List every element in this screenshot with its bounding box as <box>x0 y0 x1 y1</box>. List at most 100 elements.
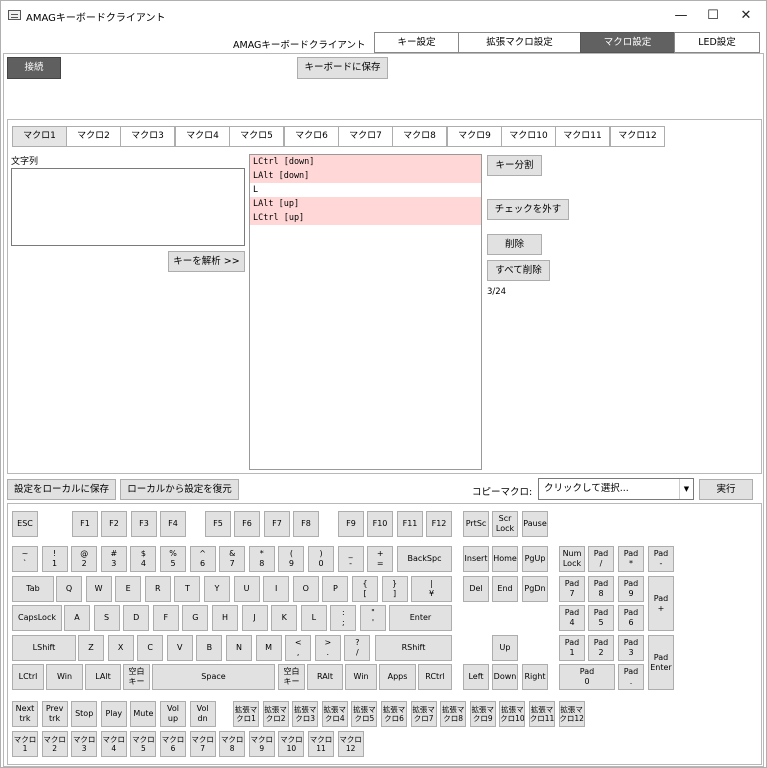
key-play[interactable]: Play <box>100 701 127 727</box>
macro-step-list[interactable]: LCtrl [down] LAlt [down] L LAlt [up] LCt… <box>249 154 482 470</box>
key-ext-10[interactable]: 拡張マ クロ11 <box>529 701 555 727</box>
key-apps[interactable]: Apps <box>379 664 416 690</box>
save-to-keyboard-button[interactable]: キーボードに保存 <box>297 57 388 79</box>
key-mac-2[interactable]: マクロ 3 <box>71 731 98 757</box>
analyze-keys-button[interactable]: キーを解析 >> <box>168 251 245 272</box>
key-pad_dot[interactable]: Pad . <box>618 664 644 690</box>
key-rctrl[interactable]: RCtrl <box>418 664 452 690</box>
key-n1[interactable]: ! 1 <box>41 546 68 572</box>
key-f3[interactable]: F3 <box>131 511 157 537</box>
tab-macro-settings[interactable]: マクロ設定 <box>580 32 675 53</box>
key-c[interactable]: C <box>137 635 164 661</box>
key-rwin[interactable]: Win <box>345 664 377 690</box>
key-d[interactable]: D <box>123 605 150 631</box>
key-f12[interactable]: F12 <box>426 511 452 537</box>
key-pad_mul[interactable]: Pad * <box>618 546 644 572</box>
key-n0[interactable]: ) 0 <box>308 546 334 572</box>
key-pad_div[interactable]: Pad / <box>588 546 614 572</box>
key-n6[interactable]: ^ 6 <box>189 546 216 572</box>
key-v[interactable]: V <box>166 635 193 661</box>
macro-tab-11[interactable]: マクロ11 <box>555 126 610 147</box>
key-stop[interactable]: Stop <box>71 701 98 727</box>
key-s[interactable]: S <box>93 605 120 631</box>
key-insert[interactable]: Insert <box>463 546 489 572</box>
key-esc[interactable]: ESC <box>12 511 38 537</box>
key-volup[interactable]: Vol up <box>160 701 186 727</box>
key-pad6[interactable]: Pad 6 <box>618 605 644 631</box>
key-enter[interactable]: Enter <box>389 605 452 631</box>
key-ext-9[interactable]: 拡張マ クロ10 <box>499 701 526 727</box>
key-ext-7[interactable]: 拡張マ クロ8 <box>440 701 467 727</box>
key-mac-5[interactable]: マクロ 6 <box>160 731 186 757</box>
key-n2[interactable]: @ 2 <box>71 546 98 572</box>
macro-tab-8[interactable]: マクロ8 <box>392 126 447 147</box>
chevron-down-icon[interactable]: ▼ <box>679 479 693 499</box>
key-lbracket[interactable]: { [ <box>352 576 378 602</box>
key-m[interactable]: M <box>255 635 282 661</box>
key-f[interactable]: F <box>152 605 179 631</box>
key-up[interactable]: Up <box>492 635 518 661</box>
key-pause[interactable]: Pause <box>522 511 548 537</box>
key-l[interactable]: L <box>300 605 327 631</box>
key-n3[interactable]: # 3 <box>100 546 127 572</box>
key-f11[interactable]: F11 <box>397 511 423 537</box>
key-mac-1[interactable]: マクロ 2 <box>41 731 68 757</box>
key-down[interactable]: Down <box>492 664 518 690</box>
key-prtsc[interactable]: PrtSc <box>463 511 489 537</box>
list-item[interactable]: L <box>250 183 481 197</box>
list-item[interactable]: LAlt [down] <box>250 169 481 183</box>
key-mac-11[interactable]: マクロ 12 <box>337 731 364 757</box>
key-k[interactable]: K <box>271 605 298 631</box>
key-ralt[interactable]: RAlt <box>307 664 343 690</box>
key-pgdn[interactable]: PgDn <box>522 576 548 602</box>
key-right[interactable]: Right <box>522 664 548 690</box>
key-z[interactable]: Z <box>78 635 104 661</box>
key-pad3[interactable]: Pad 3 <box>618 635 644 661</box>
key-pad_add[interactable]: Pad + <box>648 576 674 631</box>
key-f10[interactable]: F10 <box>367 511 393 537</box>
minimize-icon[interactable]: — <box>665 1 697 31</box>
key-n[interactable]: N <box>226 635 252 661</box>
copy-macro-select[interactable]: クリックして選択... ▼ <box>538 478 694 500</box>
key-pad0[interactable]: Pad 0 <box>559 664 615 690</box>
key-space_l[interactable]: 空白 キー <box>123 664 150 690</box>
key-lwin[interactable]: Win <box>46 664 83 690</box>
key-capslock[interactable]: CapsLock <box>12 605 62 631</box>
key-comma[interactable]: < , <box>285 635 312 661</box>
key-pad1[interactable]: Pad 1 <box>559 635 585 661</box>
key-pad7[interactable]: Pad 7 <box>559 576 585 602</box>
key-i[interactable]: I <box>263 576 290 602</box>
key-home[interactable]: Home <box>492 546 518 572</box>
key-n9[interactable]: ( 9 <box>278 546 305 572</box>
key-p[interactable]: P <box>322 576 349 602</box>
key-semicolon[interactable]: : ; <box>330 605 357 631</box>
restore-local-button[interactable]: ローカルから設定を復元 <box>120 479 239 500</box>
key-n8[interactable]: * 8 <box>248 546 275 572</box>
key-tab[interactable]: Tab <box>12 576 54 602</box>
list-item[interactable]: LCtrl [down] <box>250 155 481 169</box>
macro-tab-6[interactable]: マクロ6 <box>284 126 339 147</box>
key-grave[interactable]: ~ ` <box>12 546 38 572</box>
key-f2[interactable]: F2 <box>101 511 127 537</box>
maximize-icon[interactable]: ☐ <box>697 1 729 31</box>
key-pad2[interactable]: Pad 2 <box>588 635 614 661</box>
key-e[interactable]: E <box>115 576 142 602</box>
key-ext-11[interactable]: 拡張マ クロ12 <box>558 701 585 727</box>
key-pad9[interactable]: Pad 9 <box>618 576 644 602</box>
key-prev[interactable]: Prev trk <box>41 701 68 727</box>
key-q[interactable]: Q <box>56 576 82 602</box>
macro-tab-1[interactable]: マクロ1 <box>12 126 67 147</box>
key-space[interactable]: Space <box>152 664 275 690</box>
macro-tab-7[interactable]: マクロ7 <box>338 126 393 147</box>
key-backspace[interactable]: BackSpc <box>397 546 452 572</box>
key-j[interactable]: J <box>241 605 268 631</box>
key-o[interactable]: O <box>292 576 319 602</box>
key-g[interactable]: G <box>182 605 209 631</box>
key-space_r[interactable]: 空白 キー <box>278 664 305 690</box>
key-pad_sub[interactable]: Pad - <box>648 546 674 572</box>
key-f4[interactable]: F4 <box>160 511 186 537</box>
key-n7[interactable]: & 7 <box>219 546 246 572</box>
list-item[interactable]: LAlt [up] <box>250 197 481 211</box>
key-ext-1[interactable]: 拡張マ クロ2 <box>262 701 289 727</box>
key-equal[interactable]: + = <box>367 546 394 572</box>
